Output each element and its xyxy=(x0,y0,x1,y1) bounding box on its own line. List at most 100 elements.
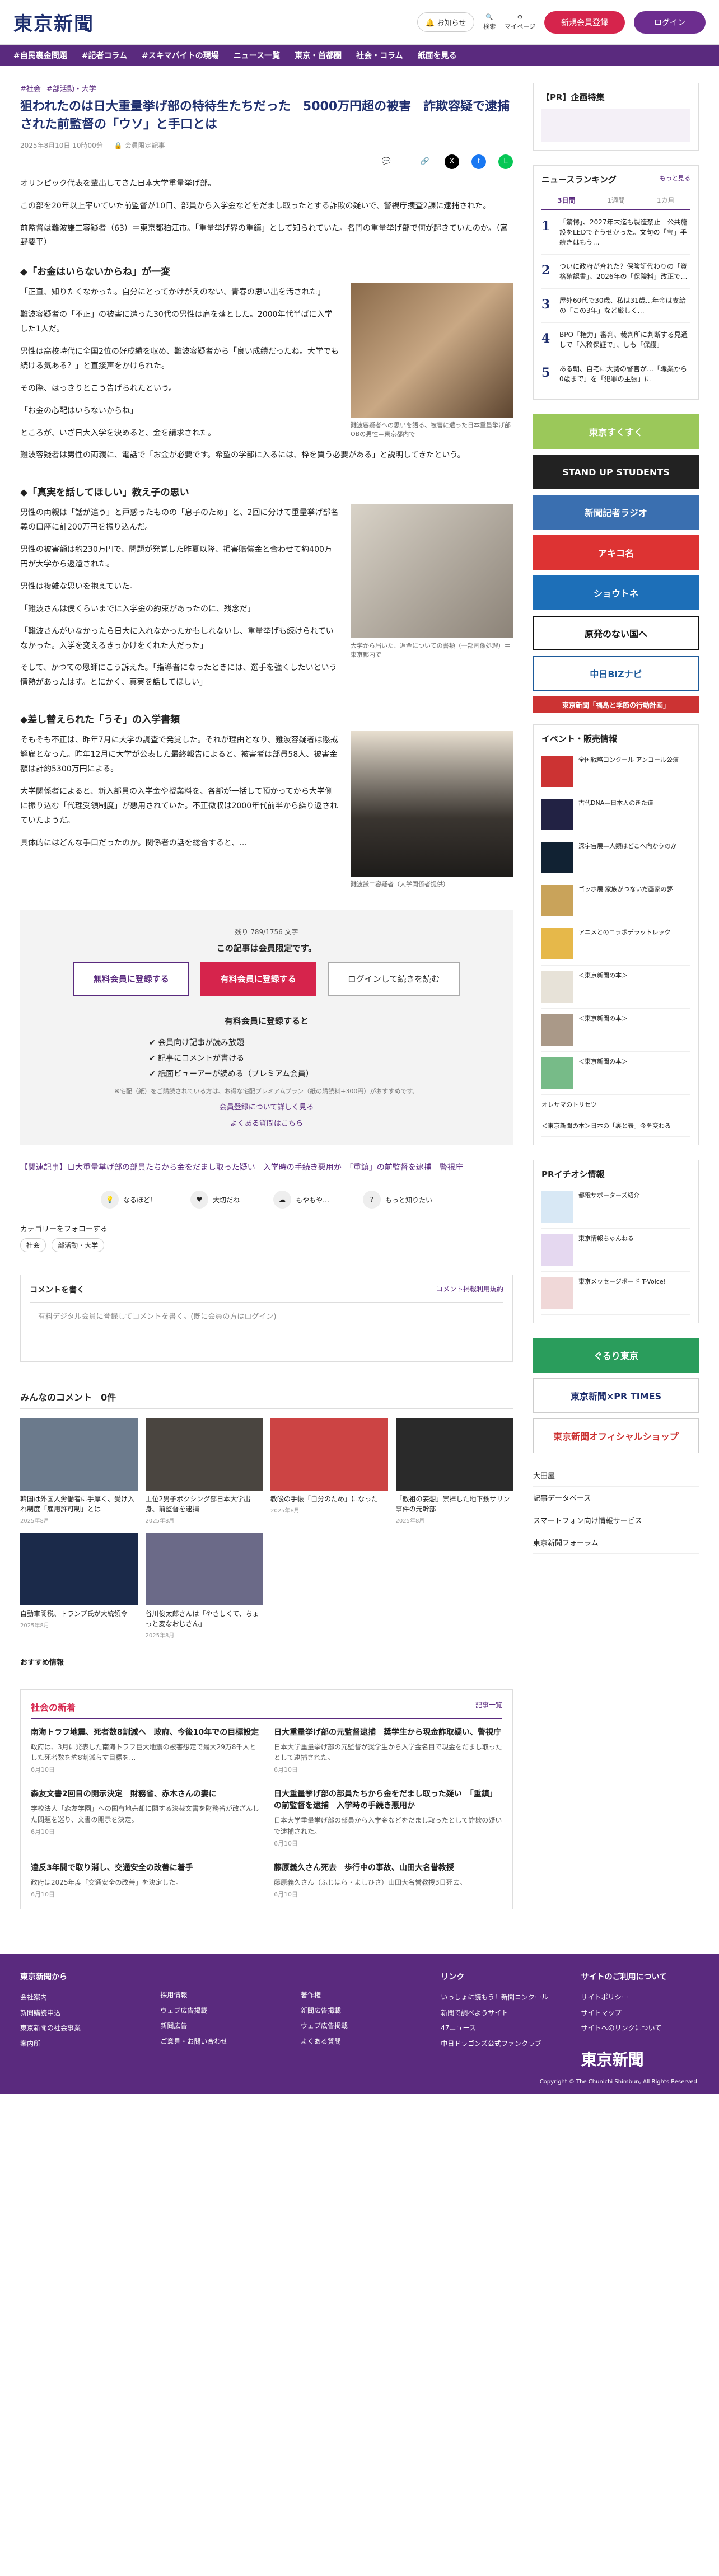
banner[interactable]: 新聞記者ラジオ xyxy=(533,495,699,530)
related-article-link[interactable]: 【関連記事】日大重量挙げ部の部員たちから金をだまし取った疑い 入学時の手続き悪用… xyxy=(20,1161,513,1174)
popular-card[interactable]: 「教祖の妄想」崇拝した地下鉄サリン事件の元幹部 2025年8月 xyxy=(395,1418,513,1525)
mypage-button[interactable]: ⚙ マイページ xyxy=(505,13,535,31)
login-continue-button[interactable]: ログインして続きを読む xyxy=(327,961,460,996)
footer-link[interactable]: 東京新聞の社会事業 xyxy=(20,2021,138,2036)
side-menu-item[interactable]: スマートフォン向け情報サービス xyxy=(533,1509,699,1531)
nav-item[interactable]: 社会・コラム xyxy=(356,50,403,61)
line-share-icon[interactable]: L xyxy=(498,154,513,169)
social-more-link[interactable]: 記事一覧 xyxy=(475,1700,502,1713)
footer-logo[interactable]: 東京新聞 xyxy=(581,2048,699,2070)
x-share-icon[interactable]: X xyxy=(445,154,459,169)
footer-link[interactable]: ウェブ広告掲載 xyxy=(160,2003,278,2019)
faq-link[interactable]: よくある質問はこちら xyxy=(54,1117,479,1128)
tab-1month[interactable]: 1カ月 xyxy=(641,191,690,209)
footer-link[interactable]: いっしょに読もう！新聞コンクール xyxy=(441,1990,558,2006)
news-item[interactable]: 藤原義久さん死去 歩行中の事故、山田大名誉教授 藤原義久さん（ふじはら・よしひさ）… xyxy=(274,1862,502,1899)
nav-item[interactable]: #記者コラム xyxy=(82,50,127,61)
membership-details-link[interactable]: 会員登録について詳しく見る xyxy=(54,1101,479,1112)
footer-link[interactable]: 新聞広告 xyxy=(160,2018,278,2034)
news-item[interactable]: 南海トラフ地震、死者数8割減へ 政府、今後10年での目標設定 政府は、3月に発表し… xyxy=(31,1727,259,1774)
banner[interactable]: 東京新聞「福島と季節の行動計画」 xyxy=(533,696,699,713)
footer-link[interactable]: 新聞広告掲載 xyxy=(301,2003,418,2019)
side-menu-item[interactable]: 大田屋 xyxy=(533,1464,699,1487)
footer-link[interactable]: 新聞購読申込 xyxy=(20,2006,138,2021)
follow-chip[interactable]: 社会 xyxy=(20,1238,46,1253)
footer-link[interactable]: 案内所 xyxy=(20,2036,138,2052)
footer-link[interactable]: 会社案内 xyxy=(20,1990,138,2006)
facebook-share-icon[interactable]: f xyxy=(471,154,486,169)
popular-card[interactable]: 韓国は外国人労働者に手厚く、受け入れ制度「雇用許可制」とは 2025年8月 xyxy=(20,1418,138,1525)
news-item[interactable]: 日大重量挙げ部の元監督逮捕 奨学生から現金詐取疑い、警視庁 日本大学重量挙げ部の元… xyxy=(274,1727,502,1774)
tag-link[interactable]: #社会 xyxy=(20,83,41,93)
rank-item[interactable]: 5 ある朝、自宅に大勢の警官が…「職業から0歳まで」を「犯罪の主張」に xyxy=(541,357,690,391)
event-item[interactable]: ＜東京新聞の本＞ xyxy=(541,966,690,1009)
news-item[interactable]: 違反3年間で取り消し、交通安全の改善に着手 政府は2025年度「交通安全の改善」を… xyxy=(31,1862,259,1899)
event-item[interactable]: アニメとのコラボデラットレック xyxy=(541,922,690,966)
footer-link[interactable]: よくある質問 xyxy=(301,2034,418,2050)
register-button[interactable]: 新規会員登録 xyxy=(544,11,625,34)
popular-card[interactable]: 教唆の手帳「自分のため」になった 2025年8月 xyxy=(270,1418,388,1525)
banner[interactable]: ぐるり東京 xyxy=(533,1338,699,1373)
paid-register-button[interactable]: 有料会員に登録する xyxy=(200,961,316,996)
popular-card[interactable]: 自動車関税、トランプ氏が大統領令 2025年8月 xyxy=(20,1533,138,1640)
event-item[interactable]: 古代DNA—日本人のきた道 xyxy=(541,793,690,836)
banner[interactable]: 東京すくすく xyxy=(533,414,699,449)
reaction-button[interactable]: ? もっと知りたい xyxy=(363,1191,432,1209)
news-item[interactable]: 日大重量挙げ部の部員たちから金をだまし取った疑い 「重鎮」の前監督を逮捕 入学時… xyxy=(274,1788,502,1847)
footer-link[interactable]: サイトポリシー xyxy=(581,1990,699,2006)
footer-link[interactable]: 47ニュース xyxy=(441,2021,558,2036)
event-item[interactable]: 深宇宙展—人類はどこへ向かうのか xyxy=(541,836,690,879)
rank-item[interactable]: 2 ついに政府が斉れた？保険証代わりの「資格確認書」、2026年の「保険料」改正で… xyxy=(541,255,690,289)
notice-button[interactable]: 🔔 お知らせ xyxy=(417,12,475,32)
nav-item[interactable]: ニュース一覧 xyxy=(234,50,280,61)
side-menu-item[interactable]: 記事データベース xyxy=(533,1487,699,1509)
footer-link[interactable]: 中日ドラゴンズ公式ファンクラブ xyxy=(441,2036,558,2052)
rank-item[interactable]: 1 「驚愕」、2027年末迄も製造禁止 公共施設をLEDでそうせかった。文句の「宝… xyxy=(541,210,690,255)
pr-item[interactable]: 都電サポーターズ紹介 xyxy=(541,1186,690,1229)
reaction-button[interactable]: ☁ もやもや… xyxy=(273,1191,329,1209)
side-menu-item[interactable]: 東京新聞フォーラム xyxy=(533,1531,699,1554)
footer-link[interactable]: 著作権 xyxy=(301,1988,418,2003)
banner[interactable]: アキコ名 xyxy=(533,535,699,570)
search-button[interactable]: 🔍 検索 xyxy=(483,13,496,31)
pr-item[interactable]: 東京情報ちゃんねる xyxy=(541,1229,690,1272)
comment-rules-link[interactable]: コメント掲載利用規約 xyxy=(436,1284,503,1295)
event-item[interactable]: オレサマのトリセツ xyxy=(541,1095,690,1116)
pr-feature[interactable]: 【PR】企画特集 xyxy=(533,83,699,151)
ranking-more-link[interactable]: もっと見る xyxy=(660,174,690,191)
event-item[interactable]: ＜東京新聞の本＞ xyxy=(541,1052,690,1095)
comment-input[interactable]: 有料デジタル会員に登録してコメントを書く。(既に会員の方はログイン) xyxy=(30,1302,503,1353)
footer-link[interactable]: サイトマップ xyxy=(581,2006,699,2021)
event-item[interactable]: ＜東京新聞の本＞ xyxy=(541,1009,690,1052)
reaction-button[interactable]: 💡 なるほど！ xyxy=(100,1191,157,1209)
banner[interactable]: STAND UP STUDENTS xyxy=(533,455,699,489)
nav-item[interactable]: 東京・首都圏 xyxy=(295,50,342,61)
popular-card[interactable]: 谷川俊太郎さんは「やさしくて、ちょっと変なおじさん」 2025年8月 xyxy=(145,1533,263,1640)
pr-item[interactable]: 東京メッセージボード T-Voice! xyxy=(541,1272,690,1315)
event-item[interactable]: ＜東京新聞の本＞日本の「裏と表」今を変わる xyxy=(541,1116,690,1137)
nav-item[interactable]: #自民裏金問題 xyxy=(13,50,67,61)
banner[interactable]: 中日BiZナビ xyxy=(533,656,699,691)
rank-item[interactable]: 4 BPO「権力」審判、裁判所に判断する見通しで「入稿保証で」、しも「保護」 xyxy=(541,323,690,357)
footer-link[interactable]: ご意見・お問い合わせ xyxy=(160,2034,278,2050)
site-logo[interactable]: 東京新聞 xyxy=(13,8,94,36)
tab-1week[interactable]: 1週間 xyxy=(591,191,641,209)
reaction-button[interactable]: ♥ 大切だね xyxy=(190,1191,240,1209)
free-register-button[interactable]: 無料会員に登録する xyxy=(73,961,189,996)
event-item[interactable]: ゴッホ展 家族がつないだ画家の夢 xyxy=(541,879,690,922)
rank-item[interactable]: 3 屋外60代で30歳、私は31歳…年金は支給の「この3年」など厳しく… xyxy=(541,289,690,323)
comment-count[interactable]: 💬 0 xyxy=(382,154,405,169)
popular-card[interactable]: 上位2男子ボクシング部日本大学出身、前監督を逮捕 2025年8月 xyxy=(145,1418,263,1525)
tab-3days[interactable]: 3日間 xyxy=(541,191,591,209)
footer-link[interactable]: 新聞で調べようサイト xyxy=(441,2006,558,2021)
event-item[interactable]: 全国戦略コンクール アンコール公演 xyxy=(541,750,690,793)
footer-link[interactable]: ウェブ広告掲載 xyxy=(301,2018,418,2034)
banner[interactable]: 原発のない国へ xyxy=(533,616,699,650)
banner[interactable]: ショウトネ xyxy=(533,575,699,610)
banner[interactable]: 東京新聞×PR TIMES xyxy=(533,1378,699,1413)
follow-chip[interactable]: 部活動・大学 xyxy=(52,1238,105,1253)
login-button[interactable]: ログイン xyxy=(634,11,706,34)
news-item[interactable]: 森友文書2回目の開示決定 財務省、赤木さんの妻に 学校法人「森友学園」への国有地売… xyxy=(31,1788,259,1847)
link-icon[interactable]: 🔗 xyxy=(418,154,432,169)
footer-link[interactable]: サイトへのリンクについて xyxy=(581,2021,699,2036)
